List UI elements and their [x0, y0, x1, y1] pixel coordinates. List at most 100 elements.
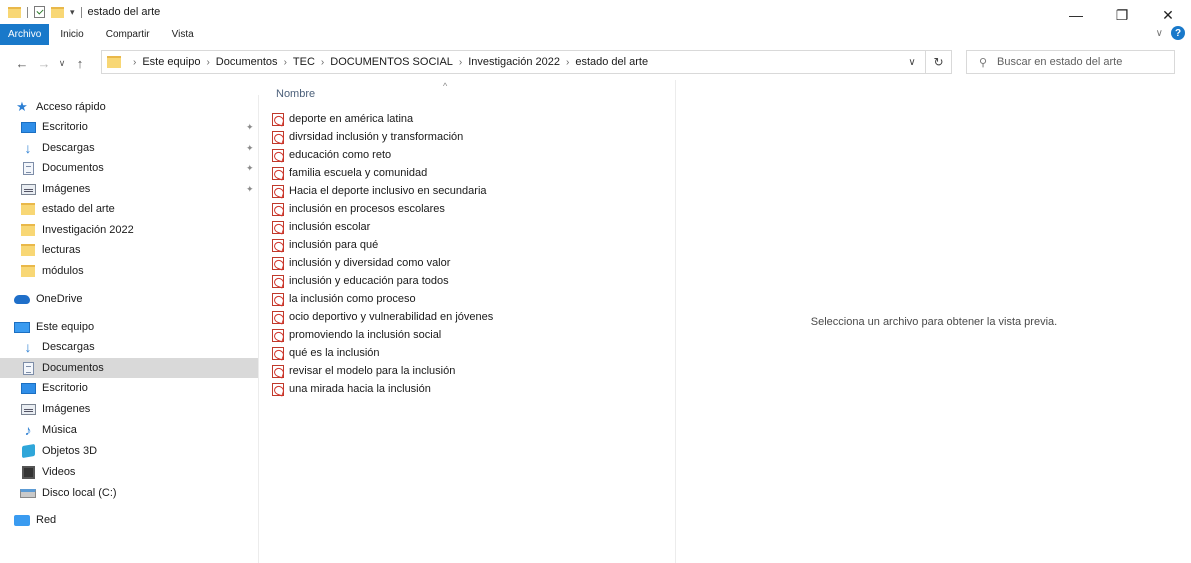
nav-pinned-escritorio[interactable]: Escritorio ✦ [0, 117, 258, 137]
nav-pinned-documentos[interactable]: Documentos ✦ [0, 158, 258, 178]
nav-acceso-rapido[interactable]: ★ Acceso rápido [0, 97, 258, 117]
new-folder-icon[interactable] [51, 6, 64, 18]
nav-pc-musica[interactable]: ♪ Música [0, 420, 258, 440]
up-button[interactable]: ↑ [69, 51, 91, 75]
breadcrumb-documentos[interactable]: Documentos [216, 56, 278, 68]
breadcrumb-documentos-social[interactable]: DOCUMENTOS SOCIAL [330, 56, 453, 68]
file-item[interactable]: inclusión y diversidad como valor [272, 254, 450, 272]
file-item[interactable]: Hacia el deporte inclusivo en secundaria [272, 182, 487, 200]
folder-icon [20, 243, 36, 257]
pin-icon[interactable]: ✦ [246, 143, 254, 154]
pin-icon[interactable]: ✦ [246, 184, 254, 195]
nav-este-equipo[interactable]: Este equipo [0, 317, 258, 337]
pin-icon[interactable]: ✦ [246, 163, 254, 174]
search-box[interactable]: ⚲ [966, 50, 1175, 74]
nav-pc-imagenes[interactable]: Imágenes [0, 399, 258, 419]
address-bar-actions: ∨ ↻ [899, 51, 951, 73]
breadcrumb-investigacion-2022[interactable]: Investigación 2022 [468, 56, 560, 68]
pictures-icon [20, 182, 36, 196]
breadcrumb-este-equipo[interactable]: Este equipo [142, 56, 200, 68]
breadcrumb-separator[interactable]: › [321, 57, 324, 68]
file-item[interactable]: inclusión en procesos escolares [272, 200, 445, 218]
breadcrumb-separator[interactable]: › [459, 57, 462, 68]
nav-red[interactable]: Red [0, 510, 258, 530]
pdf-file-icon [272, 346, 284, 360]
forward-button[interactable]: → [33, 51, 55, 75]
breadcrumb-separator[interactable]: › [206, 57, 209, 68]
nav-folder-estado-del-arte[interactable]: estado del arte [0, 199, 258, 219]
toolbar-divider [27, 6, 28, 18]
file-item[interactable]: familia escuela y comunidad [272, 164, 427, 182]
folder-icon [107, 56, 121, 68]
desktop-icon [20, 381, 36, 395]
pdf-file-icon [272, 148, 284, 162]
file-item[interactable]: educación como reto [272, 146, 391, 164]
computer-icon [14, 320, 30, 334]
breadcrumb-estado-del-arte[interactable]: estado del arte [575, 56, 648, 68]
pdf-file-icon [272, 274, 284, 288]
breadcrumb-separator[interactable]: › [284, 57, 287, 68]
help-icon[interactable]: ? [1171, 26, 1185, 40]
file-item[interactable]: inclusión para qué [272, 236, 378, 254]
search-input[interactable] [997, 56, 1167, 68]
column-header-nombre[interactable]: Nombre [276, 88, 315, 100]
nav-pc-disco-local[interactable]: Disco local (C:) [0, 483, 258, 503]
address-bar[interactable]: › Este equipo › Documentos › TEC › DOCUM… [101, 50, 952, 74]
download-icon: ↓ [24, 339, 32, 355]
pdf-file-icon [272, 292, 284, 306]
nav-pc-escritorio[interactable]: Escritorio [0, 378, 258, 398]
tab-compartir[interactable]: Compartir [95, 24, 161, 45]
breadcrumb-separator[interactable]: › [133, 57, 136, 68]
file-item[interactable]: una mirada hacia la inclusión [272, 380, 431, 398]
disk-icon [20, 486, 36, 500]
breadcrumb-separator[interactable]: › [566, 57, 569, 68]
nav-pc-documentos[interactable]: Documentos [0, 358, 258, 378]
nav-pc-descargas[interactable]: ↓ Descargas [0, 337, 258, 357]
breadcrumb-tec[interactable]: TEC [293, 56, 315, 68]
nav-folder-modulos[interactable]: módulos [0, 261, 258, 281]
nav-pc-videos[interactable]: Videos [0, 462, 258, 482]
expand-ribbon-icon[interactable]: ∨ [1156, 28, 1163, 39]
nav-onedrive[interactable]: OneDrive [0, 289, 258, 309]
address-history-dropdown[interactable]: ∨ [899, 57, 925, 68]
file-item[interactable]: revisar el modelo para la inclusión [272, 362, 455, 380]
file-item[interactable]: ocio deportivo y vulnerabilidad en jóven… [272, 308, 493, 326]
nav-item-label: Investigación 2022 [42, 224, 134, 236]
nav-item-label: estado del arte [42, 203, 115, 215]
download-icon: ↓ [24, 140, 32, 156]
pin-icon[interactable]: ✦ [246, 122, 254, 133]
nav-pc-objetos-3d[interactable]: Objetos 3D [0, 441, 258, 461]
file-item[interactable]: qué es la inclusión [272, 344, 380, 362]
navigation-pane: ★ Acceso rápido Escritorio ✦ ↓ Descargas… [0, 95, 259, 563]
customize-toolbar-icon[interactable]: ▾ [70, 7, 75, 18]
preview-message: Selecciona un archivo para obtener la vi… [810, 315, 1058, 328]
nav-item-label: lecturas [42, 244, 81, 256]
nav-item-label: Descargas [42, 142, 95, 154]
nav-pinned-imagenes[interactable]: Imágenes ✦ [0, 179, 258, 199]
network-icon [14, 513, 30, 527]
file-item[interactable]: inclusión y educación para todos [272, 272, 449, 290]
file-item[interactable]: promoviendo la inclusión social [272, 326, 441, 344]
file-item[interactable]: la inclusión como proceso [272, 290, 416, 308]
nav-folder-lecturas[interactable]: lecturas [0, 240, 258, 260]
file-name: ocio deportivo y vulnerabilidad en jóven… [289, 311, 494, 323]
file-name: la inclusión como proceso [289, 293, 416, 305]
pdf-file-icon [272, 112, 284, 126]
back-button[interactable]: ← [11, 51, 33, 75]
pdf-file-icon [272, 184, 284, 198]
tab-archivo[interactable]: Archivo [0, 24, 50, 45]
tab-inicio[interactable]: Inicio [49, 24, 94, 45]
file-item[interactable]: deporte en américa latina [272, 110, 413, 128]
file-name: familia escuela y comunidad [289, 167, 428, 179]
recent-locations-button[interactable]: ∨ [55, 51, 69, 75]
documents-icon [20, 161, 36, 175]
refresh-button[interactable]: ↻ [925, 51, 951, 73]
tab-vista[interactable]: Vista [161, 24, 205, 45]
nav-item-label: Videos [42, 466, 76, 478]
file-name: qué es la inclusión [289, 347, 380, 359]
properties-icon[interactable] [34, 6, 45, 18]
file-item[interactable]: divrsidad inclusión y transformación [272, 128, 463, 146]
nav-folder-investigacion-2022[interactable]: Investigación 2022 [0, 220, 258, 240]
file-item[interactable]: inclusión escolar [272, 218, 370, 236]
nav-pinned-descargas[interactable]: ↓ Descargas ✦ [0, 138, 258, 158]
